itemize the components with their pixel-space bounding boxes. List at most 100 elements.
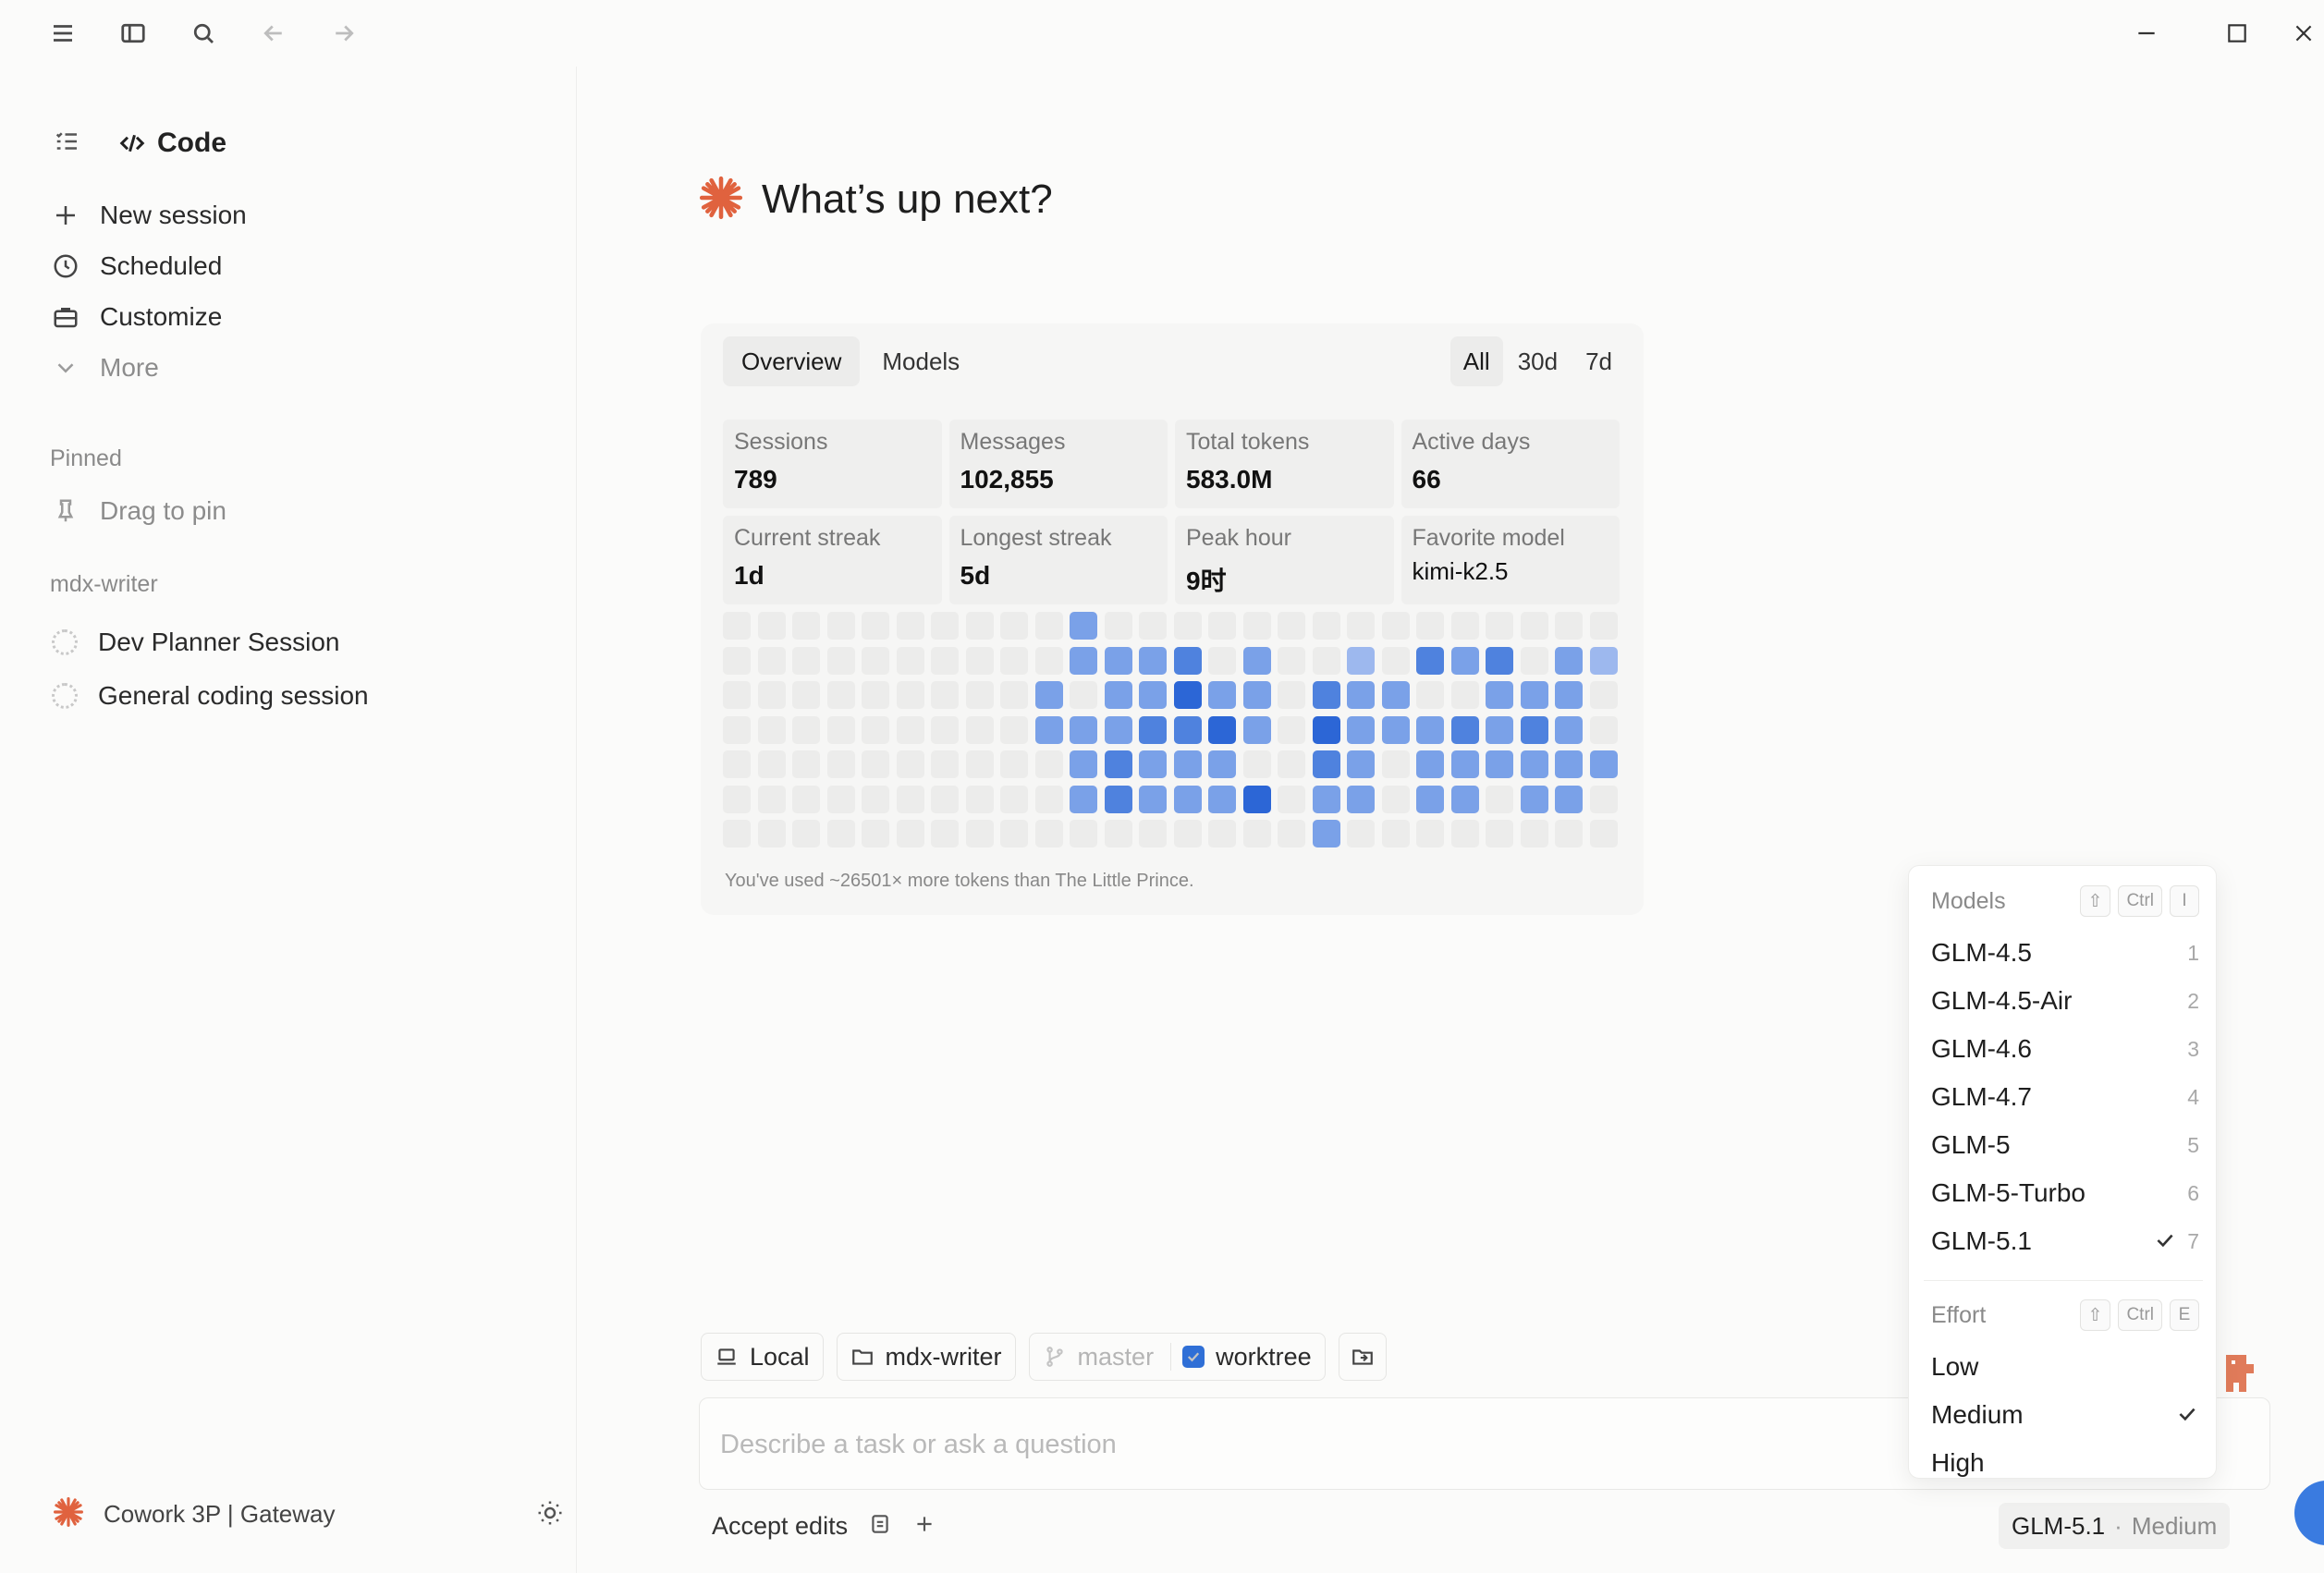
sidebar-toggle-icon[interactable] (115, 15, 152, 52)
stat-messages: Messages 102,855 (948, 420, 1168, 508)
maximize-icon[interactable] (2217, 15, 2257, 52)
heatmap-cell (1070, 750, 1097, 778)
heatmap-cell (1347, 820, 1375, 847)
model-option-glm-5-turbo[interactable]: GLM-5-Turbo 6 (1931, 1171, 2199, 1215)
model-selector-button[interactable]: GLM-5.1 · Medium (1999, 1503, 2231, 1549)
menu-icon[interactable] (44, 15, 81, 52)
heatmap-cell (1104, 612, 1132, 640)
clock-icon (54, 254, 78, 278)
model-option-glm-5-1[interactable]: GLM-5.1 7 (1931, 1219, 2199, 1263)
heatmap-cell (1034, 820, 1063, 847)
heatmap-cell (1070, 681, 1097, 709)
worktree-checkbox[interactable] (1182, 1346, 1205, 1368)
branch-chip[interactable]: master worktree (1028, 1333, 1326, 1381)
heatmap-cell (1208, 681, 1236, 709)
composer-toolbar: Accept edits (712, 1503, 936, 1549)
more-button[interactable]: More (52, 345, 159, 391)
model-option-glm-4-7[interactable]: GLM-4.7 4 (1931, 1075, 2199, 1119)
task-list-icon[interactable] (54, 128, 81, 160)
back-arrow-icon[interactable] (255, 15, 292, 52)
git-branch-icon (1046, 1347, 1063, 1367)
model-option-glm-4-5[interactable]: GLM-4.5 1 (1931, 931, 2199, 975)
model-option-glm-5[interactable]: GLM-5 5 (1931, 1123, 2199, 1167)
range-7d[interactable]: 7d (1572, 336, 1625, 386)
environment-chip[interactable]: Local (701, 1333, 824, 1381)
heatmap-cell (1070, 612, 1097, 640)
project-heading: mdx-writer (50, 571, 158, 597)
heatmap-cell (1416, 612, 1444, 640)
heatmap-cell (1034, 715, 1063, 744)
heatmap-cell (1312, 820, 1340, 847)
effort-option-medium[interactable]: Medium (1931, 1393, 2199, 1437)
effort-option-low[interactable]: Low (1931, 1345, 2199, 1389)
folder-refresh-icon (1352, 1349, 1373, 1365)
heatmap-cell (1104, 681, 1132, 709)
heatmap-cell (965, 646, 994, 675)
send-button[interactable] (2294, 1481, 2324, 1545)
kbd-ctrl: Ctrl (2118, 1299, 2162, 1331)
sidebar: Code New session Scheduled Customize Mor… (7, 67, 577, 1573)
heatmap-cell (1173, 750, 1202, 778)
heatmap-cell (1520, 612, 1548, 640)
stat-current-streak: Current streak 1d (723, 516, 942, 604)
scheduled-button[interactable]: Scheduled (52, 243, 222, 289)
heatmap-cell (1173, 785, 1202, 813)
add-icon[interactable] (912, 1512, 936, 1541)
heatmap-cell (1555, 715, 1583, 744)
workspace-footer[interactable]: Cowork 3P | Gateway (52, 1488, 569, 1540)
folder-chip[interactable]: mdx-writer (836, 1333, 1016, 1381)
heatmap-cell (1555, 750, 1583, 778)
laptop-icon (717, 1348, 736, 1365)
stat-label: Sessions (734, 429, 828, 455)
heatmap-cell (723, 750, 751, 778)
prompt-input[interactable] (720, 1424, 1922, 1465)
heatmap-cell (965, 750, 994, 778)
code-mode-button[interactable]: Code (104, 120, 241, 166)
stat-label: Peak hour (1186, 525, 1291, 551)
heatmap-cell (896, 785, 924, 813)
folder-sync-button[interactable] (1338, 1333, 1387, 1381)
heatmap-cell (1278, 785, 1305, 813)
model-option-glm-4-5-air[interactable]: GLM-4.5-Air 2 (1931, 979, 2199, 1023)
model-option-shortcut: 1 (2187, 940, 2199, 965)
heatmap-cell (896, 715, 924, 744)
heatmap-cell (1208, 646, 1236, 675)
close-icon[interactable] (2283, 15, 2324, 52)
tab-models[interactable]: Models (863, 336, 978, 386)
model-option-shortcut: 7 (2187, 1228, 2199, 1253)
stat-longest-streak: Longest streak 5d (948, 516, 1168, 604)
new-session-button[interactable]: New session (52, 192, 247, 238)
theme-toggle-icon[interactable] (536, 1499, 564, 1531)
effort-option-high[interactable]: High (1931, 1441, 2199, 1485)
heatmap-cell (862, 820, 889, 847)
heatmap-cell (1555, 820, 1583, 847)
stat-total-tokens: Total tokens 583.0M (1175, 420, 1394, 508)
heatmap-cell (931, 820, 959, 847)
plus-icon (56, 206, 75, 225)
heatmap-cell (1208, 750, 1236, 778)
heatmap-cell (1589, 681, 1618, 709)
heatmap-cell (1486, 715, 1513, 744)
heatmap-cell (931, 681, 959, 709)
session-item[interactable]: Dev Planner Session (52, 619, 339, 665)
models-header: Models ⇧ Ctrl I (1931, 881, 2199, 921)
customize-button[interactable]: Customize (52, 294, 222, 340)
heatmap-cell (1555, 681, 1583, 709)
forward-arrow-icon[interactable] (325, 15, 362, 52)
stat-sessions: Sessions 789 (723, 420, 942, 508)
minimize-icon[interactable] (2126, 15, 2167, 52)
accept-edits-button[interactable]: Accept edits (712, 1512, 848, 1541)
folder-label: mdx-writer (885, 1342, 1002, 1371)
heatmap-cell (1312, 681, 1340, 709)
range-30d[interactable]: 30d (1505, 336, 1571, 386)
heatmap-cell (826, 612, 855, 640)
model-option-glm-4-6[interactable]: GLM-4.6 3 (1931, 1027, 2199, 1071)
range-all[interactable]: All (1449, 336, 1503, 386)
heatmap-cell (1070, 715, 1097, 744)
tab-overview[interactable]: Overview (723, 336, 861, 386)
session-item[interactable]: General coding session (52, 673, 369, 719)
search-icon[interactable] (185, 15, 222, 52)
heatmap-cell (896, 681, 924, 709)
heatmap-cell (1242, 715, 1271, 744)
attach-file-icon[interactable] (868, 1512, 892, 1541)
